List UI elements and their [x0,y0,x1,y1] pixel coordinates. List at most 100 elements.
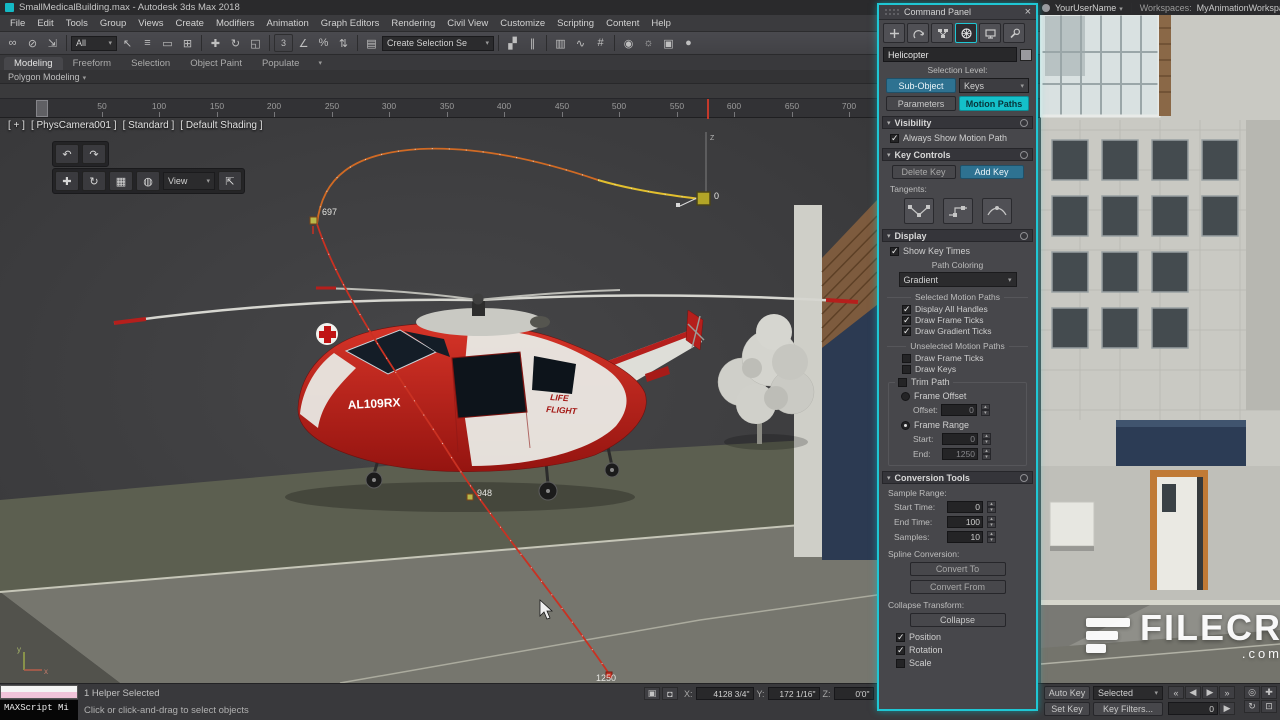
select-by-name-button[interactable]: ≡ [138,34,157,52]
menu-rendering[interactable]: Rendering [385,18,441,29]
menu-modifiers[interactable]: Modifiers [210,18,261,29]
draw-keys-checkbox[interactable]: Draw Keys [902,364,1033,374]
motion-path-key-697[interactable] [309,216,318,225]
show-key-times-checkbox[interactable]: Show Key Times [890,246,1033,257]
menu-views[interactable]: Views [132,18,169,29]
display-all-handles-checkbox[interactable]: Display All Handles [902,304,1033,315]
offset-value[interactable]: 0 [940,404,977,416]
frame-offset-radio[interactable]: Frame Offset [901,391,1022,401]
ribbon-options-icon[interactable] [315,57,322,68]
rendered-frame-window-button[interactable]: ▣ [659,34,678,52]
trim-end-spinner[interactable]: End: 1250 ▴ ▾ [913,448,1022,460]
spinner-arrows[interactable]: ▴ ▾ [987,516,996,528]
object-color-swatch[interactable] [1020,48,1032,61]
end-time-spinner[interactable]: End Time: 100 ▴ ▾ [894,516,1033,528]
scene-explorer-toggle-button[interactable]: ▥ [551,34,570,52]
menu-scripting[interactable]: Scripting [551,18,600,29]
position-checkbox[interactable]: Position [896,632,1033,643]
menu-civil-view[interactable]: Civil View [441,18,494,29]
select-and-rotate-button[interactable]: ↻ [226,34,245,52]
selection-filter-dropdown[interactable]: All [71,35,117,51]
z-coordinate-field[interactable]: 0'0" [833,687,874,700]
menu-group[interactable]: Group [94,18,132,29]
rotate-tool-button[interactable]: ↻ [82,171,106,191]
bind-to-space-warp-button[interactable]: ⇲ [43,34,62,52]
edit-named-selection-sets-button[interactable]: ▤ [362,34,381,52]
window-crossing-toggle-button[interactable]: ⊞ [178,34,197,52]
time-slider-handle[interactable] [36,100,48,117]
display-panel-tab[interactable] [979,23,1001,43]
named-selection-sets-dropdown[interactable]: Create Selection Se [382,35,494,51]
draw-frame-ticks-checkbox[interactable]: Draw Frame Ticks [902,315,1033,326]
current-frame-field[interactable]: 0 [1168,702,1218,715]
end-value[interactable]: 1250 [942,448,978,460]
menu-create[interactable]: Create [169,18,210,29]
snap-toggle-button[interactable]: 3 [274,34,293,52]
rollout-visibility-header[interactable]: Visibility [882,116,1033,129]
selection-region-button[interactable]: ▦ [109,171,133,191]
shaded-sphere-button[interactable]: ◍ [136,171,160,191]
playhead-marker[interactable] [707,99,709,119]
x-coordinate-field[interactable]: 4128 3/4" [695,687,754,700]
select-and-move-button[interactable]: ✚ [206,34,225,52]
tab-modeling[interactable]: Modeling [4,57,63,70]
end-time-value[interactable]: 100 [947,516,983,528]
go-to-end-button[interactable]: » [1219,686,1235,699]
viewport-camera-menu[interactable]: [ PhysCamera001 ] [31,120,117,131]
command-panel-header[interactable]: Command Panel × [879,5,1036,20]
menu-content[interactable]: Content [600,18,645,29]
start-value[interactable]: 0 [942,433,978,445]
polygon-modeling-panel[interactable]: Polygon Modeling [8,72,86,82]
key-filters-button[interactable]: Key Filters... [1093,702,1163,716]
motion-panel-tab[interactable] [955,23,977,43]
create-panel-tab[interactable] [883,23,905,43]
undo-button[interactable]: ↶ [55,144,79,164]
maxscript-mini-listener[interactable] [0,685,78,699]
menu-file[interactable]: File [4,18,31,29]
menu-animation[interactable]: Animation [261,18,315,29]
y-coordinate-field[interactable]: 172 1/16" [767,687,820,700]
selection-lock-toggle[interactable]: ◘ [662,687,678,700]
menu-edit[interactable]: Edit [31,18,59,29]
tangent-custom-button[interactable] [903,198,934,224]
curve-editor-button[interactable]: ∿ [571,34,590,52]
scale-checkbox[interactable]: Scale [896,658,1033,668]
render-setup-button[interactable]: ☼ [639,34,658,52]
render-production-button[interactable]: ● [679,34,698,52]
go-to-start-button[interactable]: « [1168,686,1184,699]
object-name-field[interactable]: Helicopter [883,47,1017,62]
start-time-value[interactable]: 0 [947,501,983,513]
auto-key-toggle[interactable]: Auto Key [1044,686,1090,700]
select-object-button[interactable]: ↖ [118,34,137,52]
mirror-button[interactable]: ▞ [503,34,522,52]
isolate-selection-toggle[interactable]: ▣ [644,687,660,700]
rotation-checkbox[interactable]: Rotation [896,645,1033,656]
workspace-selector[interactable]: MyAnimationWorkspace [1197,3,1280,13]
view-selector-dropdown[interactable]: View [163,172,215,190]
spinner-snap-toggle-button[interactable]: ⇅ [334,34,353,52]
motion-paths-button[interactable]: Motion Paths [959,96,1029,111]
username-menu[interactable]: YourUserName [1055,3,1123,13]
set-key-button[interactable]: Set Key [1044,702,1090,716]
spinner-arrows[interactable]: ▴ ▾ [982,433,991,445]
tab-freeform[interactable]: Freeform [63,57,122,70]
parameters-button[interactable]: Parameters [886,96,956,111]
collapse-button[interactable]: Collapse [909,613,1006,627]
frame-range-radio[interactable]: Frame Range [901,420,1022,430]
sub-object-button[interactable]: Sub-Object [886,78,956,93]
maxscript-listener-input[interactable]: MAXScript Mi [0,700,78,720]
motion-path-key-948[interactable] [466,493,474,501]
next-frame-button[interactable]: ◀ [1219,702,1235,715]
utilities-panel-tab[interactable] [1003,23,1025,43]
command-panel[interactable]: Command Panel × Helicopter Selection Lev… [877,3,1038,711]
play-animation-button[interactable]: ▶ [1202,686,1218,699]
previous-frame-button[interactable]: ◀ [1185,686,1201,699]
axis-constraint-button[interactable]: ⇱ [218,171,242,191]
modify-panel-tab[interactable] [907,23,929,43]
select-and-link-button[interactable]: ∞ [3,34,22,52]
unlink-selection-button[interactable]: ⊘ [23,34,42,52]
tangent-step-button[interactable] [942,198,973,224]
spinner-arrows[interactable]: ▴ ▾ [987,531,996,543]
rollout-display-header[interactable]: Display [882,229,1033,242]
keys-dropdown[interactable]: Keys [959,78,1029,93]
